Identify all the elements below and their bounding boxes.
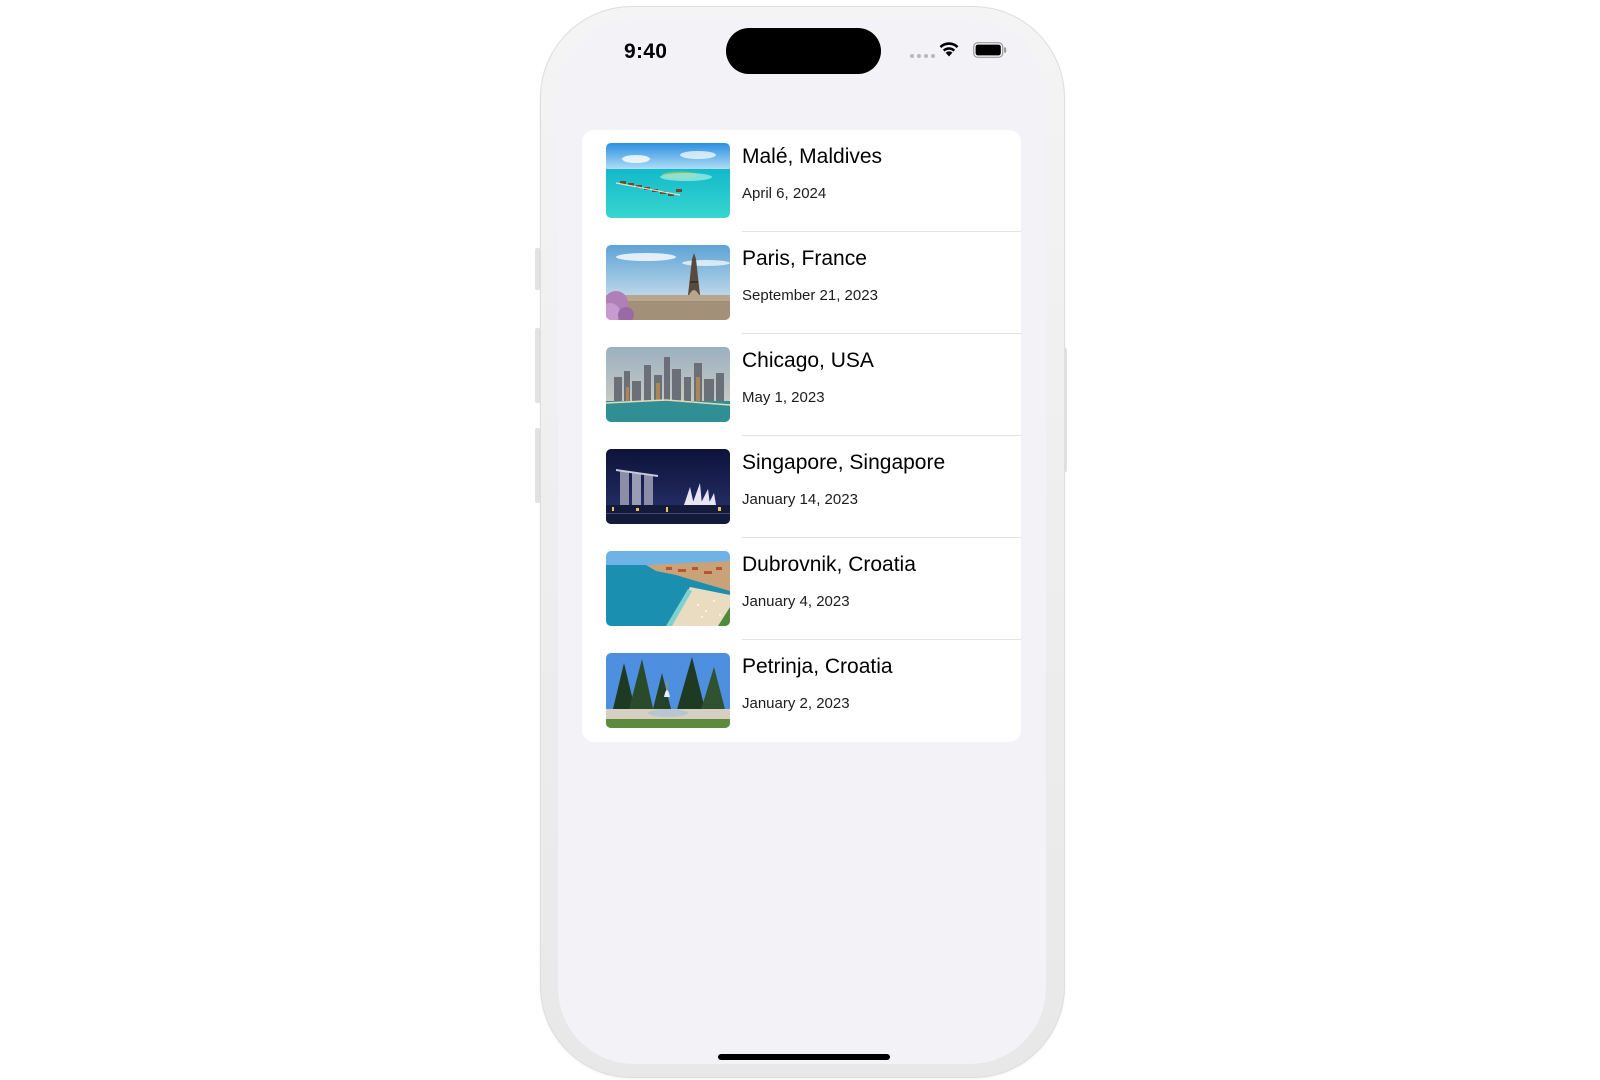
wifi-icon <box>939 42 959 57</box>
trip-title: Chicago, USA <box>742 349 874 372</box>
trip-row-maldives[interactable]: Malé, Maldives April 6, 2024 <box>582 130 1021 232</box>
home-indicator[interactable] <box>718 1054 890 1060</box>
trip-row-paris[interactable]: Paris, France September 21, 2023 <box>582 232 1021 334</box>
trip-title: Malé, Maldives <box>742 145 883 168</box>
trip-title: Petrinja, Croatia <box>742 655 893 678</box>
dynamic-island <box>726 28 881 74</box>
trip-date: May 1, 2023 <box>742 389 825 406</box>
phone-screen: 9:40 Malé, Maldives April 6, 2024 Paris,… <box>558 18 1046 1064</box>
status-time: 9:40 <box>624 40 668 63</box>
trip-title: Singapore, Singapore <box>742 451 946 474</box>
trip-row-dubrovnik[interactable]: Dubrovnik, Croatia January 4, 2023 <box>582 538 1021 640</box>
trip-title: Paris, France <box>742 247 867 270</box>
trip-row-singapore[interactable]: Singapore, Singapore January 14, 2023 <box>582 436 1021 538</box>
trip-date: January 2, 2023 <box>742 695 850 712</box>
battery-icon <box>973 42 1007 58</box>
petrinja-photo <box>606 653 730 728</box>
trip-date: September 21, 2023 <box>742 287 878 304</box>
singapore-photo <box>606 449 730 524</box>
stage: 9:40 Malé, Maldives April 6, 2024 Paris,… <box>0 0 1600 1080</box>
trip-row-chicago[interactable]: Chicago, USA May 1, 2023 <box>582 334 1021 436</box>
dubrovnik-photo <box>606 551 730 626</box>
signal-dots-icon <box>910 54 935 58</box>
chicago-photo <box>606 347 730 422</box>
paris-photo <box>606 245 730 320</box>
trip-date: January 14, 2023 <box>742 491 858 508</box>
trip-title: Dubrovnik, Croatia <box>742 553 916 576</box>
trip-row-petrinja[interactable]: Petrinja, Croatia January 2, 2023 <box>582 640 1021 742</box>
trip-list: Malé, Maldives April 6, 2024 Paris, Fran… <box>582 130 1021 742</box>
maldives-photo <box>606 143 730 218</box>
trip-date: January 4, 2023 <box>742 593 850 610</box>
trip-date: April 6, 2024 <box>742 185 827 202</box>
